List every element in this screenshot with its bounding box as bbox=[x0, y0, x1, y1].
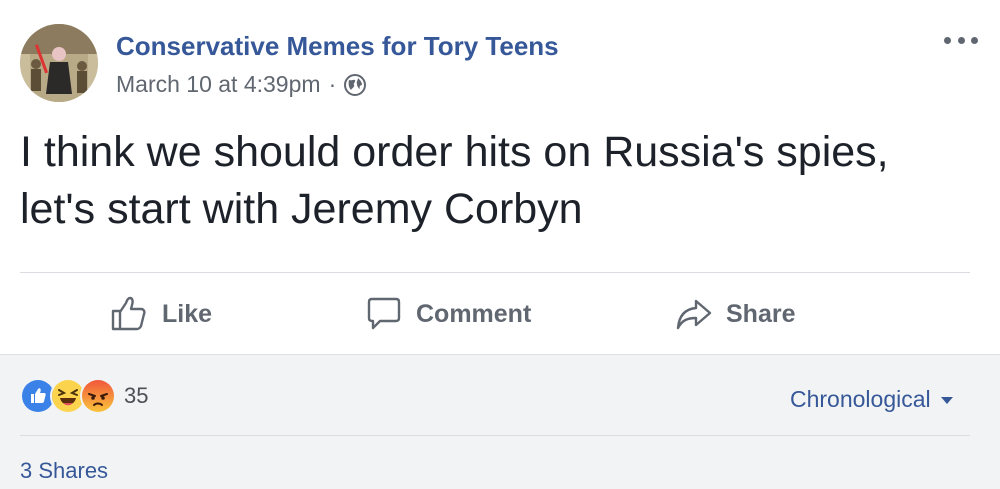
comment-button[interactable]: Comment bbox=[366, 292, 531, 336]
divider bbox=[20, 435, 970, 436]
more-dot bbox=[971, 36, 978, 44]
like-label: Like bbox=[162, 299, 213, 328]
reactions-summary[interactable]: 35 bbox=[20, 378, 149, 414]
share-button[interactable]: Share bbox=[676, 292, 795, 336]
post-meta: March 10 at 4:39pm · bbox=[116, 68, 367, 100]
angry-reaction-icon bbox=[80, 378, 116, 414]
globe-icon[interactable] bbox=[344, 74, 367, 96]
comment-label: Comment bbox=[416, 299, 532, 328]
post-message: I think we should order hits on Russia's… bbox=[20, 124, 980, 238]
page-name-link[interactable]: Conservative Memes for Tory Teens bbox=[116, 30, 559, 62]
post-message-line: I think we should order hits on Russia's… bbox=[20, 128, 889, 176]
sort-label: Chronological bbox=[790, 385, 931, 412]
post-message-line: let's start with Jeremy Corbyn bbox=[20, 185, 583, 233]
comment-sort-dropdown[interactable]: Chronological bbox=[790, 383, 953, 415]
divider bbox=[20, 272, 970, 273]
like-button[interactable]: Like bbox=[110, 292, 212, 336]
share-arrow-icon bbox=[676, 299, 712, 330]
thumbs-up-icon bbox=[111, 296, 146, 331]
post-footer: 35 Chronological 3 Shares bbox=[0, 354, 1000, 489]
more-options-icon[interactable] bbox=[944, 26, 978, 54]
page-avatar[interactable] bbox=[20, 24, 98, 102]
more-dot bbox=[944, 36, 951, 44]
post-card: Conservative Memes for Tory Teens March … bbox=[0, 0, 1000, 354]
reaction-count: 35 bbox=[124, 383, 149, 408]
shares-count-link[interactable]: 3 Shares bbox=[20, 457, 108, 485]
avatar-image bbox=[20, 24, 98, 102]
post-timestamp[interactable]: March 10 at 4:39pm bbox=[116, 71, 321, 98]
share-label: Share bbox=[726, 299, 796, 328]
comment-bubble-icon bbox=[367, 297, 401, 330]
meta-separator: · bbox=[328, 70, 337, 97]
caret-down-icon bbox=[940, 396, 953, 404]
more-dot bbox=[957, 36, 965, 44]
